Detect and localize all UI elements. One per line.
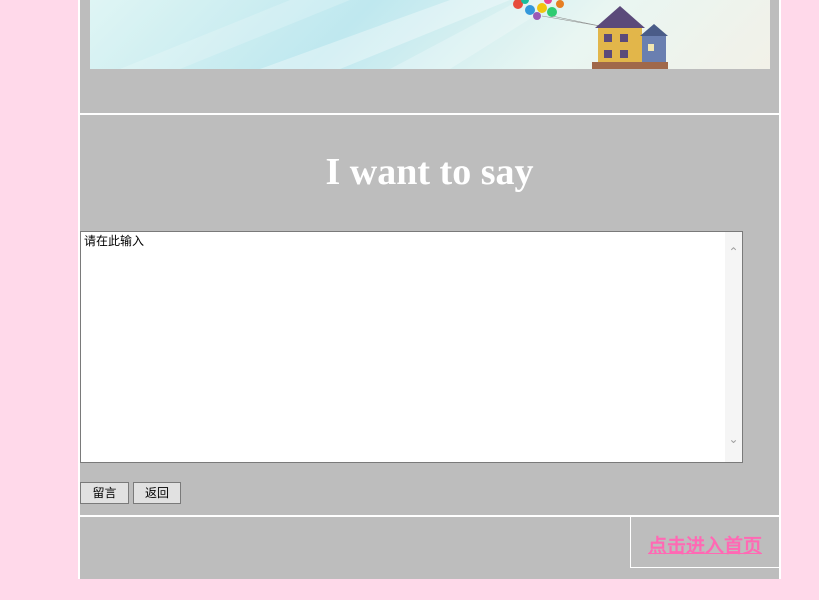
post-message-button[interactable]: 留言 [80, 482, 129, 504]
banner-section [80, 0, 779, 115]
back-button[interactable]: 返回 [133, 482, 181, 504]
scroll-down-icon[interactable]: ⌄ [725, 431, 742, 448]
home-link-box: 点击进入首页 [630, 517, 779, 568]
page-container: I want to say 请在此输入 ⌃ ⌄ 留言 返回 点击进入首页 [78, 0, 781, 579]
footer-section: 点击进入首页 [80, 515, 779, 579]
textarea-scrollbar[interactable]: ⌃ ⌄ [725, 232, 742, 462]
banner-image [90, 0, 770, 69]
message-section: I want to say 请在此输入 ⌃ ⌄ 留言 返回 [80, 115, 779, 515]
page-title: I want to say [325, 151, 534, 193]
message-textarea[interactable]: 请在此输入 [81, 232, 724, 462]
message-textarea-wrapper: 请在此输入 ⌃ ⌄ [80, 231, 743, 463]
home-link[interactable]: 点击进入首页 [648, 531, 762, 558]
house-with-balloons-image [120, 0, 668, 69]
scroll-up-icon[interactable]: ⌃ [725, 244, 742, 261]
